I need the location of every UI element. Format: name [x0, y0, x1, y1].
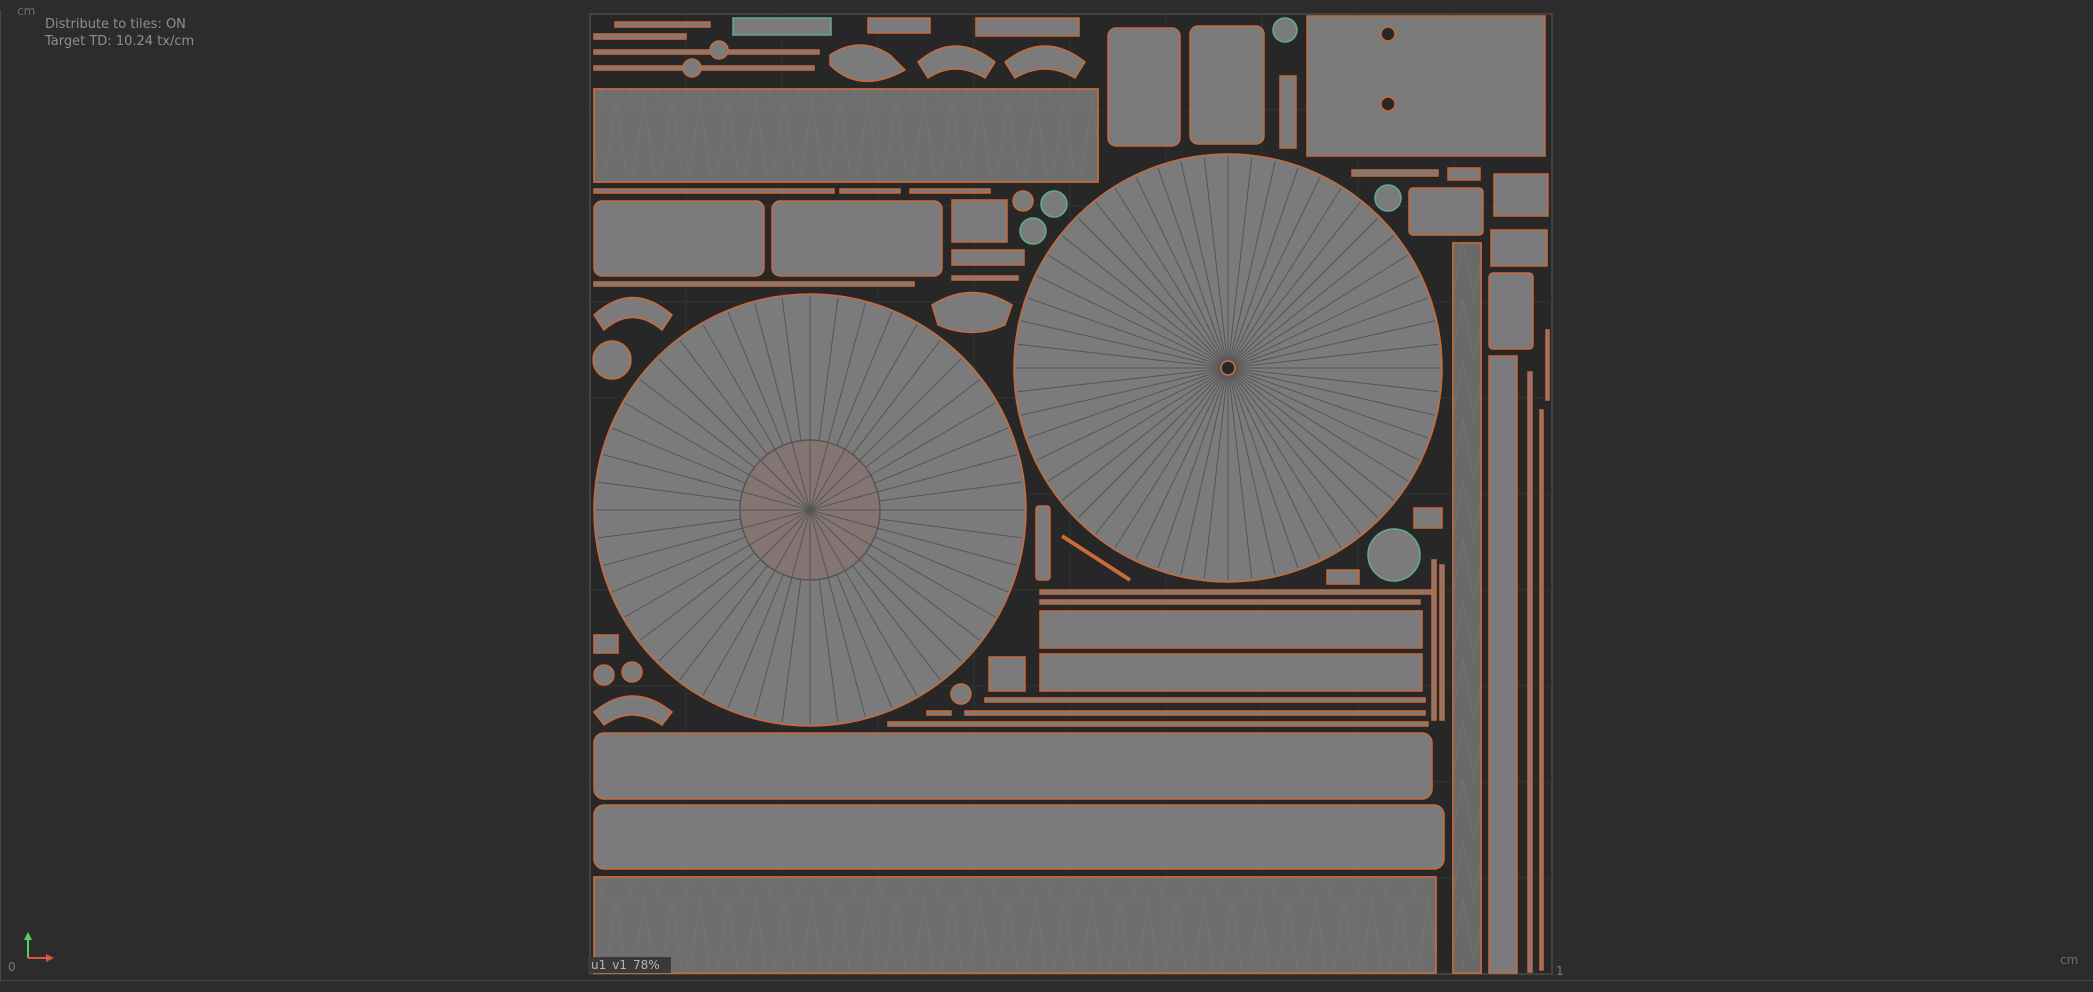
uv-shell[interactable] [1272, 17, 1298, 43]
uv-shell[interactable] [984, 697, 1426, 703]
uv-shell[interactable] [988, 656, 1026, 692]
uv-shell[interactable] [1413, 507, 1443, 529]
uv-shell[interactable] [709, 40, 729, 60]
uv-shell[interactable] [1439, 564, 1445, 721]
tile-zoom: 78% [633, 958, 660, 972]
tile-v: v1 [612, 958, 627, 972]
uv-shell[interactable] [593, 188, 835, 194]
uv-shell[interactable] [1367, 528, 1421, 582]
uv-shell[interactable] [1374, 184, 1402, 212]
uv-shell[interactable] [593, 876, 1437, 974]
uv-shell[interactable] [592, 340, 632, 380]
uv-shell[interactable] [1279, 75, 1297, 149]
uv-shell[interactable] [909, 188, 991, 194]
uv-shell[interactable] [593, 88, 1099, 183]
uv-shell[interactable] [1039, 589, 1436, 595]
uv-shell[interactable] [931, 291, 1013, 334]
uv-shell[interactable] [1488, 355, 1518, 974]
uv-shell[interactable] [771, 200, 943, 277]
uv-shell[interactable] [975, 17, 1080, 37]
uv-shell-hole [1380, 26, 1396, 42]
uv-shell[interactable] [1493, 173, 1549, 217]
uv-shell[interactable] [593, 281, 915, 287]
uv-shell[interactable] [1035, 505, 1051, 581]
uv-shell[interactable] [593, 200, 765, 277]
uv-editor: { "hud": { "distribute": "Distribute to … [0, 0, 2093, 992]
uv-shell[interactable] [593, 664, 615, 686]
tile-u: u1 [591, 958, 607, 972]
uv-shell-hole [1220, 360, 1236, 376]
uv-shell[interactable] [1039, 653, 1423, 692]
uv-shell[interactable] [732, 17, 832, 36]
uv-shell[interactable] [951, 199, 1008, 243]
uv-shell[interactable] [867, 17, 931, 34]
uv-shell-hole [1380, 96, 1396, 112]
uv-shell[interactable] [593, 65, 815, 71]
uv-shell[interactable] [951, 275, 1019, 281]
uv-shell[interactable] [1012, 190, 1034, 212]
uv-shell[interactable] [839, 188, 901, 194]
uv-shell[interactable] [1019, 217, 1047, 245]
uv-shell[interactable] [593, 804, 1445, 870]
uv-shell[interactable] [1107, 27, 1181, 147]
uv-shell[interactable] [1039, 599, 1421, 605]
uv-shell[interactable] [1306, 15, 1546, 157]
uv-shell[interactable] [1326, 569, 1360, 585]
uv-shell[interactable] [614, 21, 711, 28]
uv-shell[interactable] [926, 710, 952, 716]
uv-shell[interactable] [950, 683, 972, 705]
uv-shell[interactable] [621, 661, 643, 683]
uv-shell[interactable] [1408, 187, 1484, 236]
tile-label: u1 v1 78% [588, 957, 671, 973]
uv-shell[interactable] [593, 33, 687, 40]
uv-shell[interactable] [887, 721, 1429, 727]
uv-shell[interactable] [1490, 229, 1548, 267]
uv-axis-icon [24, 932, 54, 962]
uv-shell[interactable] [1039, 610, 1423, 649]
uv-shell[interactable] [593, 634, 619, 654]
uv-shell[interactable] [1351, 169, 1439, 177]
uv-shell[interactable] [1431, 559, 1437, 721]
uv-shell[interactable] [1447, 167, 1481, 181]
uv-shell[interactable] [951, 249, 1025, 266]
uv-shell[interactable] [1040, 190, 1068, 218]
uv-shell[interactable] [1452, 242, 1482, 974]
uv-shell[interactable] [1189, 25, 1265, 145]
uv-shell[interactable] [1527, 371, 1533, 973]
uv-shell[interactable] [1545, 329, 1550, 401]
uv-viewport[interactable] [0, 0, 2093, 992]
uv-shell[interactable] [1539, 409, 1544, 971]
uv-shell[interactable] [593, 49, 820, 55]
uv-shell[interactable] [1488, 272, 1534, 350]
uv-shell[interactable] [682, 58, 702, 78]
uv-shell[interactable] [964, 710, 1426, 716]
uv-shell[interactable] [593, 732, 1433, 800]
